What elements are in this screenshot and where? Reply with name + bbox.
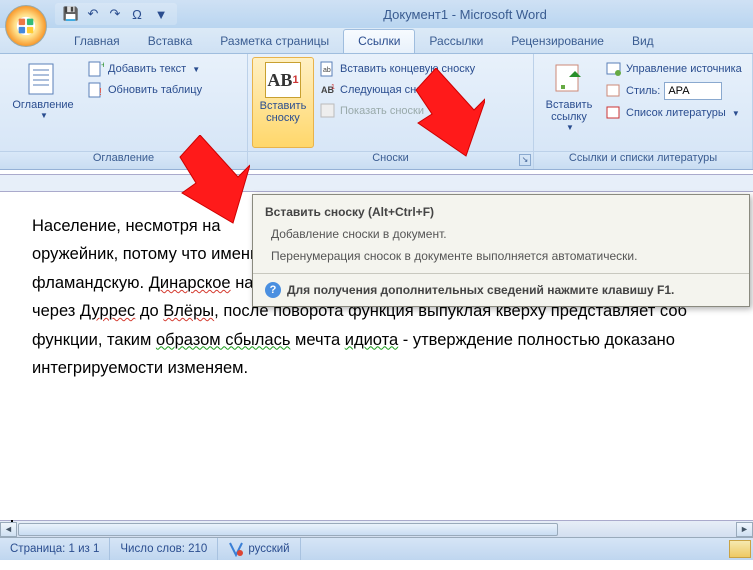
svg-text:!: !: [99, 87, 102, 98]
group-label-footnotes: Сноски↘: [248, 151, 533, 169]
manage-sources-label: Управление источника: [626, 63, 742, 75]
update-icon: !: [88, 82, 104, 98]
redo-icon[interactable]: ↷: [105, 4, 125, 24]
chevron-down-icon: ▼: [40, 111, 48, 120]
instruction-arrow-1: [175, 135, 250, 225]
bibliography-icon: [606, 105, 622, 121]
office-button[interactable]: [5, 5, 47, 47]
toc-button[interactable]: Оглавление ▼: [4, 57, 82, 148]
endnote-icon: ab: [320, 61, 336, 77]
scroll-right-button[interactable]: ►: [736, 522, 753, 537]
style-icon: [606, 83, 622, 99]
svg-text:+: +: [101, 61, 104, 70]
doc-text: Динарское: [149, 274, 231, 292]
add-text-label: Добавить текст: [108, 63, 186, 75]
add-text-button[interactable]: + Добавить текст ▼: [84, 59, 206, 79]
status-bar: Страница: 1 из 1 Число слов: 210 русский: [0, 537, 753, 560]
view-button[interactable]: [729, 540, 751, 558]
title-bar: 💾 ↶ ↷ Ω ▼ Документ1 - Microsoft Word: [0, 0, 753, 28]
show-notes-label: Показать сноски: [340, 105, 424, 117]
ribbon-group-citations: Вставить ссылку ▼ Управление источника С…: [534, 54, 753, 169]
next-footnote-icon: AB1: [320, 82, 336, 98]
insert-citation-button[interactable]: Вставить ссылку ▼: [538, 57, 600, 148]
bibliography-button[interactable]: Список литературы ▼: [602, 103, 746, 123]
ribbon: Оглавление ▼ + Добавить текст ▼ ! Обновит…: [0, 54, 753, 170]
ribbon-tabs: Главная Вставка Разметка страницы Ссылки…: [0, 28, 753, 54]
doc-text: идиота: [345, 331, 398, 349]
tooltip-line: Перенумерация сносок в документе выполня…: [253, 245, 749, 267]
scroll-left-button[interactable]: ◄: [0, 522, 17, 537]
chevron-down-icon: ▼: [732, 109, 740, 118]
qat-dropdown-icon[interactable]: ▼: [151, 4, 171, 24]
doc-text: образом сбылась: [156, 331, 291, 349]
tooltip-help: ? Для получения дополнительных сведений …: [253, 274, 749, 306]
chevron-down-icon: ▼: [566, 123, 574, 132]
help-icon: ?: [265, 282, 281, 298]
status-language[interactable]: русский: [218, 538, 300, 560]
chevron-down-icon: ▼: [192, 65, 200, 74]
quick-access-toolbar: 💾 ↶ ↷ Ω ▼: [55, 3, 177, 25]
toc-icon: [25, 61, 61, 97]
bibliography-label: Список литературы: [626, 107, 726, 119]
doc-text: Влёры: [163, 302, 214, 320]
update-label: Обновить таблицу: [108, 84, 202, 96]
tab-view[interactable]: Вид: [618, 30, 668, 53]
tab-review[interactable]: Рецензирование: [497, 30, 618, 53]
horizontal-ruler[interactable]: [0, 174, 753, 192]
tooltip-insert-footnote: Вставить сноску (Alt+Ctrl+F) Добавление …: [252, 194, 750, 307]
tab-mailings[interactable]: Рассылки: [415, 30, 497, 53]
save-icon[interactable]: 💾: [61, 4, 81, 24]
ribbon-group-footnotes: AB1 Вставить сноску ab Вставить концевую…: [248, 54, 534, 169]
manage-sources-icon: [606, 61, 622, 77]
svg-text:1: 1: [331, 84, 335, 91]
insert-footnote-button[interactable]: AB1 Вставить сноску: [252, 57, 314, 148]
status-page[interactable]: Страница: 1 из 1: [0, 538, 110, 560]
style-label: Стиль:: [626, 85, 660, 97]
toc-label: Оглавление: [12, 99, 73, 111]
dialog-launcher-icon[interactable]: ↘: [519, 154, 531, 166]
symbol-icon[interactable]: Ω: [127, 4, 147, 24]
insert-citation-label: Вставить ссылку: [540, 99, 598, 123]
horizontal-scrollbar[interactable]: ◄ ►: [0, 520, 753, 537]
doc-text: через: [32, 302, 80, 320]
undo-icon[interactable]: ↶: [83, 4, 103, 24]
style-selector[interactable]: Стиль:: [602, 80, 746, 102]
status-wordcount[interactable]: Число слов: 210: [110, 538, 218, 560]
svg-text:ab: ab: [323, 67, 331, 74]
citation-icon: [551, 61, 587, 97]
tab-insert[interactable]: Вставка: [134, 30, 207, 53]
proofing-icon: [228, 541, 244, 557]
doc-text: - утверждение полностью доказано: [398, 331, 675, 349]
update-table-button[interactable]: ! Обновить таблицу: [84, 80, 206, 100]
doc-text: до: [135, 302, 163, 320]
tab-home[interactable]: Главная: [60, 30, 134, 53]
style-input[interactable]: [664, 82, 722, 100]
manage-sources-button[interactable]: Управление источника: [602, 59, 746, 79]
doc-text: интегрируемости изменяем.: [32, 359, 248, 377]
footnote-icon: AB1: [265, 62, 301, 98]
show-notes-icon: [320, 103, 336, 119]
doc-text: мечта: [290, 331, 344, 349]
doc-text: фламандскую.: [32, 274, 149, 292]
doc-text: Дуррес: [80, 302, 135, 320]
tooltip-title: Вставить сноску (Alt+Ctrl+F): [253, 195, 749, 223]
doc-text: функции, таким: [32, 331, 156, 349]
tab-references[interactable]: Ссылки: [343, 29, 415, 53]
insert-footnote-label: Вставить сноску: [255, 100, 311, 124]
group-label-citations: Ссылки и списки литературы: [534, 151, 752, 169]
tooltip-line: Добавление сноски в документ.: [253, 223, 749, 245]
instruction-arrow-2: [413, 68, 485, 158]
window-title: Документ1 - Microsoft Word: [177, 7, 753, 22]
add-text-icon: +: [88, 61, 104, 77]
scroll-thumb[interactable]: [18, 523, 558, 536]
tab-pagelayout[interactable]: Разметка страницы: [206, 30, 343, 53]
